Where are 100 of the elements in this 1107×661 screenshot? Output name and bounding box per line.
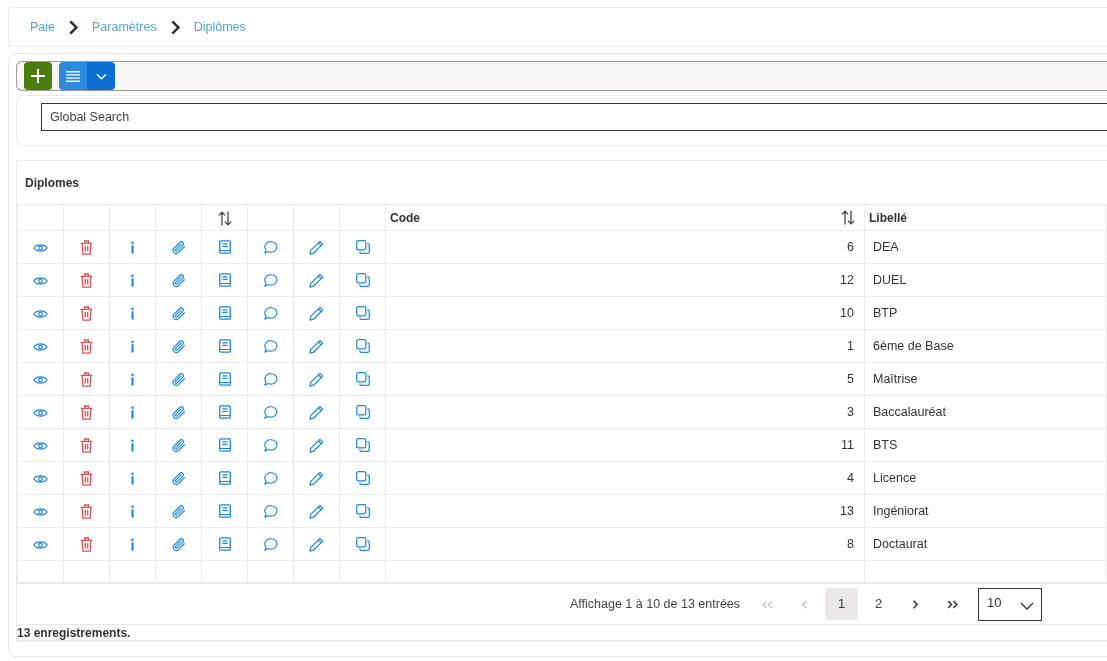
eye-icon[interactable]: [33, 474, 48, 485]
book-icon[interactable]: [218, 405, 231, 420]
paperclip-icon[interactable]: [171, 371, 186, 387]
copy-icon[interactable]: [355, 438, 370, 453]
table-cell: DEA: [864, 230, 1107, 264]
table-cell: 5: [385, 362, 865, 396]
eye-icon[interactable]: [33, 309, 48, 320]
speech-bubble-icon[interactable]: [263, 307, 278, 321]
copy-icon[interactable]: [355, 405, 370, 420]
trash-icon[interactable]: [80, 503, 93, 519]
trash-icon[interactable]: [80, 371, 93, 387]
speech-bubble-icon[interactable]: [263, 373, 278, 387]
trash-icon[interactable]: [80, 338, 93, 354]
trash-icon[interactable]: [80, 470, 93, 486]
speech-bubble-icon[interactable]: [263, 274, 278, 288]
trash-icon[interactable]: [80, 239, 93, 255]
copy-icon[interactable]: [355, 537, 370, 552]
pencil-icon[interactable]: [309, 404, 324, 420]
info-icon[interactable]: [131, 503, 134, 519]
book-icon[interactable]: [218, 273, 231, 288]
copy-icon[interactable]: [355, 273, 370, 288]
table-cell: 3: [385, 395, 865, 429]
pencil-icon[interactable]: [309, 239, 324, 255]
paperclip-icon[interactable]: [171, 305, 186, 321]
paperclip-icon[interactable]: [171, 536, 186, 552]
list-button[interactable]: [59, 62, 87, 90]
info-icon[interactable]: [131, 437, 134, 453]
table-cell: Ingéniorat: [864, 494, 1107, 528]
speech-bubble-icon[interactable]: [263, 439, 278, 453]
eye-icon[interactable]: [33, 276, 48, 287]
speech-bubble-icon[interactable]: [263, 241, 278, 255]
pencil-icon[interactable]: [309, 305, 324, 321]
paperclip-icon[interactable]: [171, 470, 186, 486]
table-cell: Licence: [864, 461, 1107, 495]
trash-icon[interactable]: [80, 404, 93, 420]
eye-icon[interactable]: [33, 342, 48, 353]
eye-icon[interactable]: [33, 408, 48, 419]
copy-icon[interactable]: [355, 306, 370, 321]
speech-bubble-icon[interactable]: [263, 538, 278, 552]
eye-icon[interactable]: [33, 540, 48, 551]
speech-bubble-icon[interactable]: [263, 340, 278, 354]
paperclip-icon[interactable]: [171, 404, 186, 420]
trash-icon[interactable]: [80, 536, 93, 552]
pencil-icon[interactable]: [309, 272, 324, 288]
book-icon[interactable]: [218, 339, 231, 354]
book-icon[interactable]: [218, 471, 231, 486]
book-icon[interactable]: [218, 537, 231, 552]
paperclip-icon[interactable]: [171, 437, 186, 453]
paperclip-icon[interactable]: [171, 239, 186, 255]
pencil-icon[interactable]: [309, 371, 324, 387]
info-icon[interactable]: [131, 338, 134, 354]
speech-bubble-icon[interactable]: [263, 472, 278, 486]
paperclip-icon[interactable]: [171, 503, 186, 519]
book-icon[interactable]: [218, 306, 231, 321]
table-cell: 13: [385, 494, 865, 528]
info-icon[interactable]: [131, 371, 134, 387]
speech-bubble-icon[interactable]: [263, 406, 278, 420]
copy-icon[interactable]: [355, 504, 370, 519]
pencil-icon[interactable]: [309, 437, 324, 453]
table-cell: DUEL: [864, 263, 1107, 297]
sort-icon[interactable]: [841, 210, 855, 225]
info-icon[interactable]: [131, 470, 134, 486]
paperclip-icon[interactable]: [171, 272, 186, 288]
pencil-icon[interactable]: [309, 503, 324, 519]
trash-icon[interactable]: [80, 305, 93, 321]
table-cell: 11: [385, 428, 865, 462]
book-icon[interactable]: [218, 504, 231, 519]
page-button[interactable]: 2: [862, 588, 896, 620]
eye-icon[interactable]: [33, 243, 48, 254]
eye-icon[interactable]: [33, 441, 48, 452]
plus-icon: [31, 69, 45, 83]
book-icon[interactable]: [218, 372, 231, 387]
info-icon[interactable]: [131, 305, 134, 321]
pencil-icon[interactable]: [309, 338, 324, 354]
page-size-select[interactable]: 10: [978, 587, 1043, 621]
trash-icon[interactable]: [80, 272, 93, 288]
book-icon[interactable]: [218, 240, 231, 255]
info-icon[interactable]: [131, 239, 134, 255]
trash-icon[interactable]: [80, 437, 93, 453]
pencil-icon[interactable]: [309, 536, 324, 552]
copy-icon[interactable]: [355, 240, 370, 255]
table-cell: 12: [385, 263, 865, 297]
copy-icon[interactable]: [355, 339, 370, 354]
search-field[interactable]: Global Search: [41, 103, 1107, 131]
page-button[interactable]: 1: [825, 588, 859, 620]
copy-icon[interactable]: [355, 471, 370, 486]
paperclip-icon[interactable]: [171, 338, 186, 354]
speech-bubble-icon[interactable]: [263, 505, 278, 519]
pencil-icon[interactable]: [309, 470, 324, 486]
table-cell: 1: [385, 329, 865, 363]
sort-icon[interactable]: [217, 210, 232, 226]
copy-icon[interactable]: [355, 372, 370, 387]
info-icon[interactable]: [131, 404, 134, 420]
eye-icon[interactable]: [33, 375, 48, 386]
add-button[interactable]: [24, 62, 52, 90]
dropdown-button[interactable]: [87, 62, 115, 90]
book-icon[interactable]: [218, 438, 231, 453]
eye-icon[interactable]: [33, 507, 48, 518]
info-icon[interactable]: [131, 536, 134, 552]
info-icon[interactable]: [131, 272, 134, 288]
